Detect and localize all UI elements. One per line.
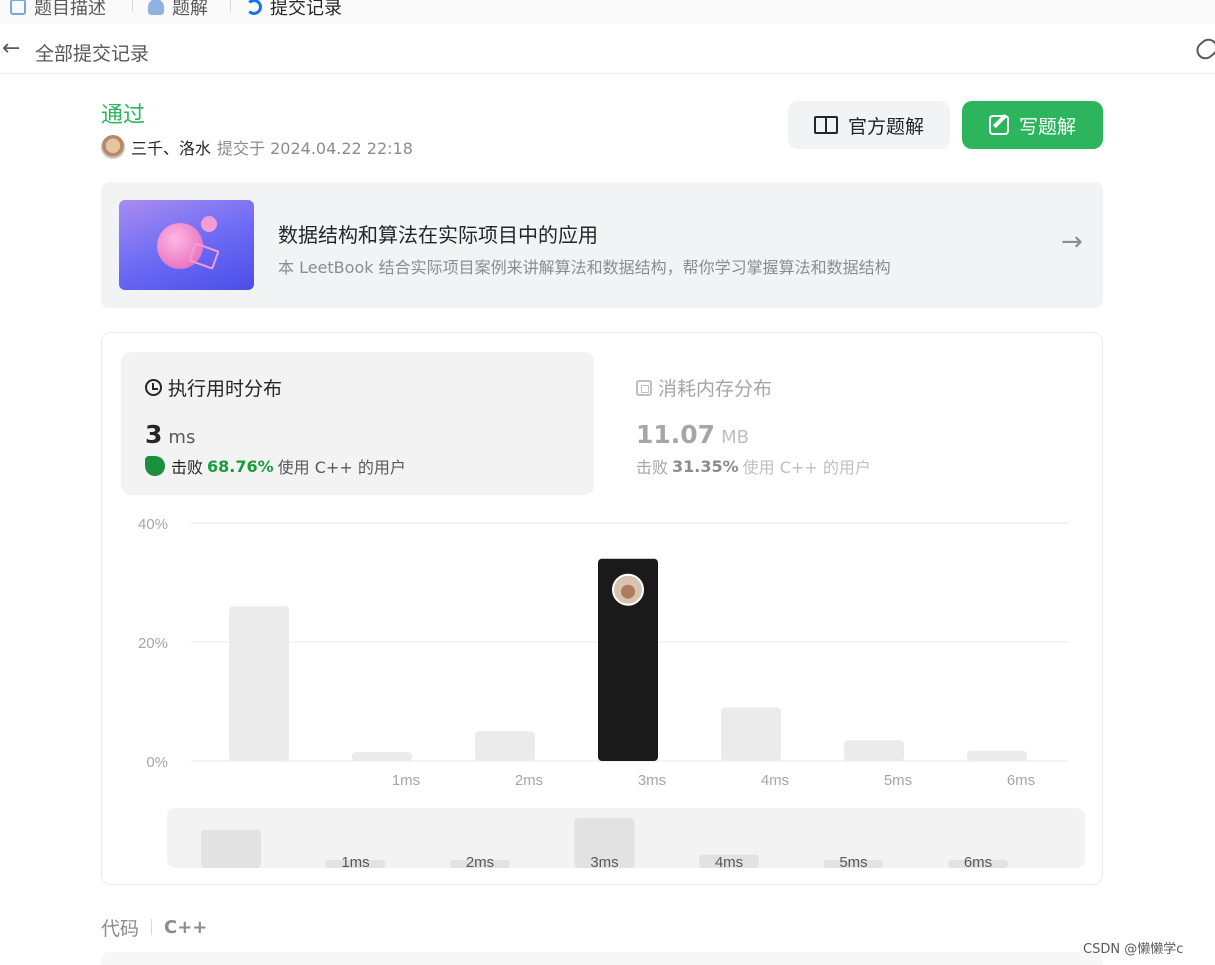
submission-status: 通过 — [101, 103, 146, 128]
code-block[interactable] — [101, 952, 1103, 965]
all-submissions-link[interactable]: 全部提交记录 — [35, 39, 149, 66]
code-divider — [151, 919, 153, 935]
x-tick-label: 5ms — [884, 772, 912, 789]
bar — [475, 731, 535, 761]
x-tick-label: 4ms — [761, 772, 789, 789]
avatar-icon-face — [621, 584, 635, 599]
code-header: 代码 C++ — [101, 914, 207, 940]
y-tick-label: 40% — [138, 516, 168, 533]
x-tick-label: 2ms — [515, 772, 543, 789]
x-tick-label: 6ms — [1007, 772, 1035, 789]
document-icon — [10, 0, 26, 15]
write-solution-button[interactable]: 写题解 — [962, 101, 1103, 149]
arrow-right-icon: → — [1061, 227, 1083, 257]
overview-tick-label: 5ms — [839, 854, 867, 871]
official-solution-button[interactable]: 官方题解 — [788, 101, 950, 149]
overview-tick-label: 3ms — [590, 854, 618, 871]
promo-title: 数据结构和算法在实际项目中的应用 — [278, 223, 598, 247]
book-icon — [813, 116, 838, 134]
back-bar: ← 全部提交记录 — [0, 24, 1215, 74]
avatar[interactable] — [101, 135, 125, 159]
tab-submissions[interactable]: 提交记录 — [246, 0, 342, 20]
overview-tick-label: 4ms — [715, 854, 743, 871]
tab-solutions[interactable]: 题解 — [148, 0, 208, 20]
promo-description: 本 LeetBook 结合实际项目案例来讲解算法和数据结构，帮你学习掌握算法和数… — [278, 258, 891, 277]
x-tick-label: 3ms — [638, 772, 666, 789]
leetbook-promo-card[interactable]: 数据结构和算法在实际项目中的应用 本 LeetBook 结合实际项目案例来讲解算… — [101, 182, 1103, 308]
bar — [352, 752, 412, 761]
y-tick-label: 0% — [146, 754, 168, 771]
overview-tick-label: 6ms — [964, 854, 992, 871]
runtime-distribution-chart: 0% 20% 40% 1ms 2ms 3ms 4ms 5ms 6ms 1ms 2ms 3ms 4ms 5m… — [138, 516, 1085, 871]
bar — [721, 707, 781, 761]
overview-bar — [201, 829, 261, 868]
code-language: C++ — [164, 916, 208, 938]
edit-icon — [988, 115, 1009, 135]
tab-divider — [230, 0, 231, 12]
solution-icon — [148, 0, 164, 15]
submit-time: 提交于 2024.04.22 22:18 — [217, 139, 413, 158]
overview-tick-label: 2ms — [466, 854, 494, 871]
overview-tick-label: 1ms — [341, 854, 369, 871]
problem-tab-strip: 题目描述 题解 提交记录 — [0, 0, 1215, 24]
user-name[interactable]: 三千、洛水 — [131, 135, 211, 159]
arrow-left-icon[interactable]: ← — [2, 38, 20, 60]
bar — [967, 750, 1027, 761]
tab-description[interactable]: 题目描述 — [10, 0, 106, 20]
watermark: CSDN @懒懒学c — [1083, 942, 1184, 957]
distribution-card: 执行用时分布 3 ms 击败 68.76% 使用 C++ 的用户 消耗内存分布 … — [101, 332, 1103, 885]
bar — [229, 606, 289, 761]
bar — [844, 740, 904, 761]
y-tick-label: 20% — [138, 635, 168, 652]
history-icon — [246, 0, 262, 15]
tab-divider — [132, 0, 133, 12]
link-icon[interactable] — [1192, 35, 1215, 63]
submitter-info: 三千、洛水 提交于 2024.04.22 22:18 — [101, 134, 413, 160]
x-tick-label: 1ms — [392, 772, 420, 789]
leetbook-cover-image — [119, 200, 254, 290]
code-label: 代码 — [101, 917, 140, 940]
